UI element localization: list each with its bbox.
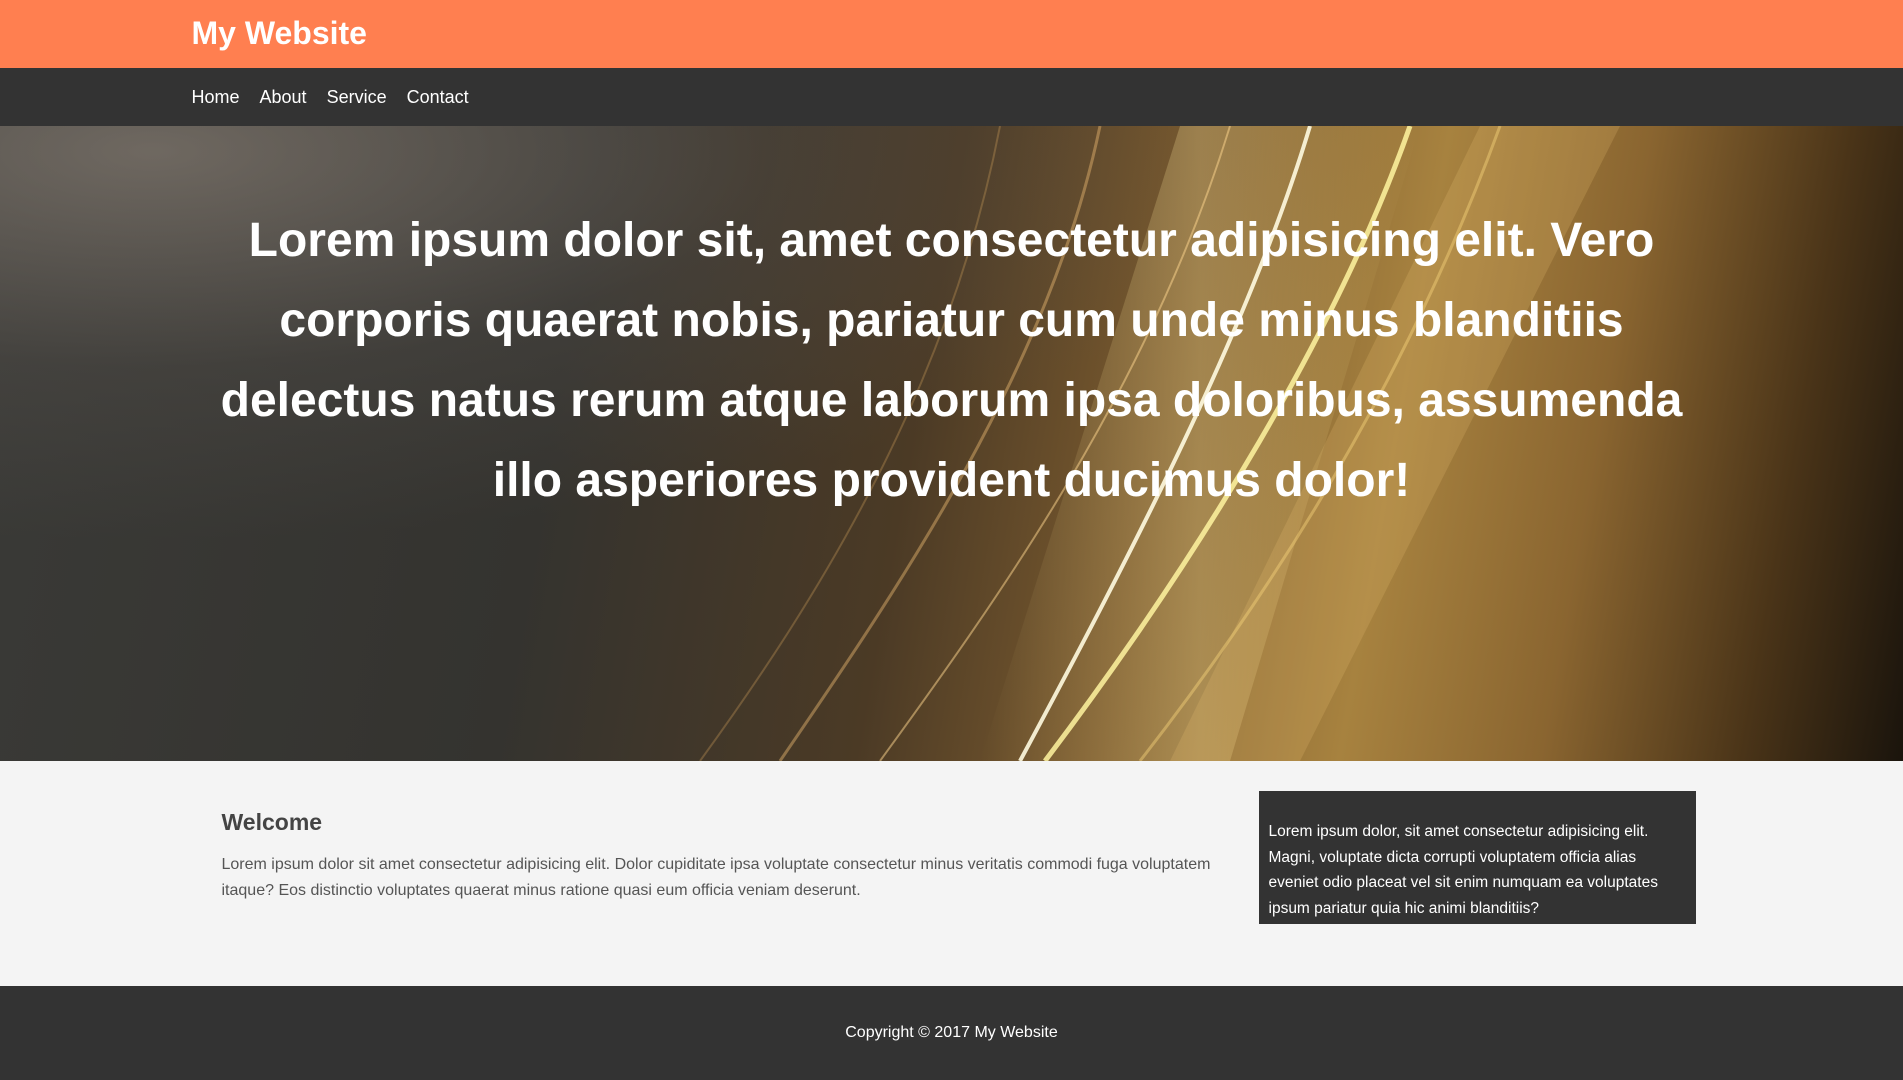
nav-item-about: About [260, 87, 307, 108]
welcome-article: Welcome Lorem ipsum dolor sit amet conse… [222, 809, 1222, 904]
nav-item-service: Service [327, 87, 387, 108]
hero-heading: Lorem ipsum dolor sit, amet consectetur … [220, 214, 1683, 507]
main-section: Welcome Lorem ipsum dolor sit amet conse… [0, 761, 1903, 986]
site-title[interactable]: My Website [192, 14, 367, 52]
showcase-hero: Lorem ipsum dolor sit, amet consectetur … [0, 126, 1903, 761]
nav-link-service[interactable]: Service [327, 87, 387, 107]
welcome-paragraph: Lorem ipsum dolor sit amet consectetur a… [221, 856, 1211, 899]
nav-item-home: Home [192, 87, 240, 108]
nav-link-contact[interactable]: Contact [407, 87, 469, 107]
nav-list: Home About Service Contact [192, 68, 489, 126]
main-navigation: Home About Service Contact [0, 68, 1903, 126]
welcome-heading: Welcome [221, 809, 323, 835]
nav-item-contact: Contact [407, 87, 469, 108]
nav-link-home[interactable]: Home [192, 87, 240, 107]
site-header: My Website [0, 0, 1903, 68]
sidebar-paragraph: Lorem ipsum dolor, sit amet consectetur … [1268, 823, 1658, 917]
site-footer: Copyright © 2017 My Website [0, 986, 1903, 1080]
sidebar-box: Lorem ipsum dolor, sit amet consectetur … [1258, 791, 1696, 924]
footer-copyright: Copyright © 2017 My Website [845, 1024, 1058, 1041]
nav-link-about[interactable]: About [260, 87, 307, 107]
